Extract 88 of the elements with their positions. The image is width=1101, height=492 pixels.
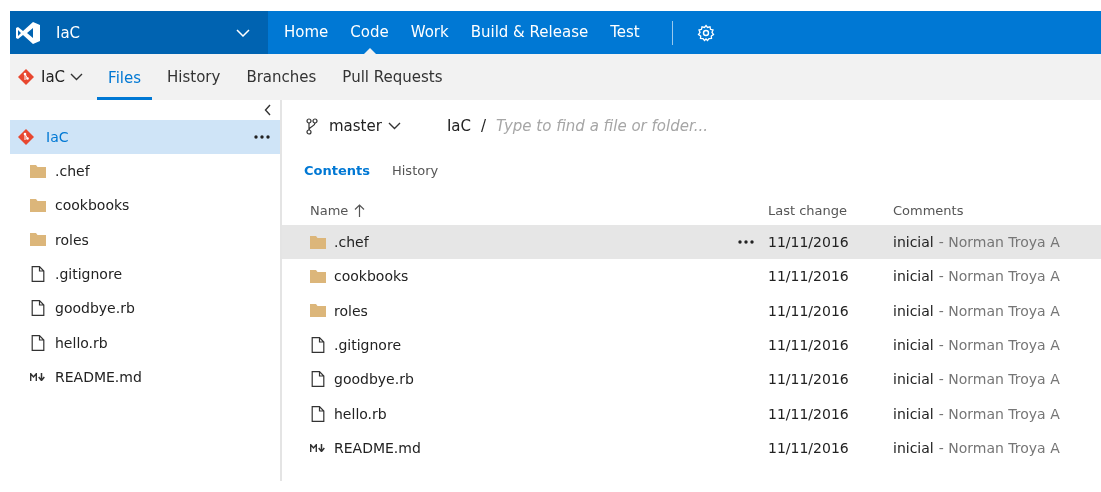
more-icon[interactable]: [738, 240, 754, 245]
file-icon: [310, 405, 326, 422]
file-name[interactable]: README.md: [334, 439, 768, 456]
date-text: 11/11/2016: [768, 268, 849, 285]
folder-icon: [310, 304, 326, 318]
folder-icon: [310, 235, 326, 249]
column-header[interactable]: Comments: [893, 202, 964, 218]
date-text: 11/11/2016: [768, 371, 849, 388]
file-row[interactable]: .gitignore 11/11/2016 inicial - Norman Troya A: [282, 327, 1101, 363]
content-tab[interactable]: History: [391, 162, 439, 178]
date-text: 11/11/2016: [768, 405, 849, 422]
file-row[interactable]: goodbye.rb 11/11/2016 inicial - Norman Troya A: [282, 362, 1101, 397]
file-name[interactable]: .gitignore: [334, 337, 768, 354]
folder-icon: [30, 233, 46, 247]
branch-selector[interactable]: master: [329, 117, 382, 135]
commit-message[interactable]: inicial: [893, 302, 934, 319]
commit-message[interactable]: inicial: [893, 234, 934, 251]
date-text: 11/11/2016: [768, 302, 849, 319]
file-row[interactable]: README.md 11/11/2016 inicial - Norman Troya A: [282, 430, 1101, 466]
repo-tab[interactable]: Pull Requests: [331, 54, 454, 100]
date-text: 11/11/2016: [768, 439, 849, 456]
author-name: - Norman Troya A: [938, 439, 1060, 456]
repo-tab[interactable]: Files: [97, 54, 152, 100]
repo-selector[interactable]: IaC: [41, 68, 66, 86]
file-icon: [30, 266, 46, 283]
file-name[interactable]: hello.rb: [334, 405, 768, 422]
commit-message[interactable]: inicial: [893, 405, 934, 422]
path-separator: /: [481, 117, 487, 135]
chevron-down-icon: [236, 28, 250, 37]
file-name[interactable]: cookbooks: [334, 268, 768, 285]
file-row[interactable]: roles 11/11/2016 inicial - Norman Troya A: [282, 293, 1101, 328]
date-text: 11/11/2016: [768, 234, 849, 251]
project-selector[interactable]: IaC: [10, 11, 268, 54]
file-icon: [30, 300, 46, 317]
collapse-icon[interactable]: [264, 104, 272, 116]
commit-message[interactable]: inicial: [893, 337, 934, 354]
author-name: - Norman Troya A: [938, 337, 1060, 354]
path-segment[interactable]: IaC: [446, 117, 471, 135]
file-row[interactable]: .chef 11/11/2016 inicial - Norman Troya A: [282, 225, 1101, 260]
chevron-down-icon[interactable]: [387, 122, 401, 130]
branch-icon: [306, 117, 318, 135]
folder-icon: [30, 198, 46, 212]
tree-item[interactable]: .gitignore: [10, 256, 280, 292]
column-header[interactable]: Last change: [768, 202, 848, 218]
content-tab[interactable]: Contents: [304, 162, 370, 178]
tree-item[interactable]: goodbye.rb: [10, 291, 280, 326]
commit-message[interactable]: inicial: [893, 371, 934, 388]
file-row[interactable]: hello.rb 11/11/2016 inicial - Norman Troya A: [282, 396, 1101, 431]
tree-root-item[interactable]: IaC: [10, 120, 280, 154]
file-icon: [30, 334, 46, 351]
tree-item[interactable]: roles: [10, 222, 280, 257]
file-icon: [310, 337, 326, 354]
markdown-icon: [30, 372, 46, 381]
nav-tab[interactable]: Home: [274, 11, 339, 54]
column-header[interactable]: Name: [310, 202, 349, 218]
tree-item[interactable]: README.md: [10, 359, 280, 395]
author-name: - Norman Troya A: [938, 405, 1060, 422]
folder-icon: [30, 164, 46, 178]
commit-message[interactable]: inicial: [893, 268, 934, 285]
settings-icon[interactable]: [696, 23, 715, 42]
nav-tab[interactable]: Code: [340, 11, 399, 54]
nav-tab[interactable]: Build & Release: [460, 11, 599, 54]
git-icon: [18, 129, 34, 145]
file-name[interactable]: goodbye.rb: [334, 371, 768, 388]
git-icon: [18, 69, 34, 85]
tree-item[interactable]: hello.rb: [10, 325, 280, 360]
file-icon: [310, 371, 326, 388]
folder-icon: [310, 269, 326, 283]
date-text: 11/11/2016: [768, 337, 849, 354]
repo-tab[interactable]: History: [156, 54, 232, 100]
author-name: - Norman Troya A: [938, 302, 1060, 319]
tree-item[interactable]: cookbooks: [10, 188, 280, 223]
file-name[interactable]: roles: [334, 302, 768, 319]
author-name: - Norman Troya A: [938, 234, 1060, 251]
author-name: - Norman Troya A: [938, 268, 1060, 285]
author-name: - Norman Troya A: [938, 371, 1060, 388]
nav-tab[interactable]: Work: [400, 11, 459, 54]
tree-item[interactable]: .chef: [10, 154, 280, 189]
repo-tab[interactable]: Branches: [235, 54, 328, 100]
file-name[interactable]: .chef: [334, 234, 738, 251]
file-row[interactable]: cookbooks 11/11/2016 inicial - Norman Troya A: [282, 259, 1101, 294]
markdown-icon: [310, 443, 326, 452]
commit-message[interactable]: inicial: [893, 439, 934, 456]
chevron-down-icon[interactable]: [70, 73, 84, 81]
nav-tab[interactable]: Test: [600, 11, 650, 54]
more-icon[interactable]: [254, 135, 270, 139]
sort-arrow-icon[interactable]: [354, 203, 366, 217]
logo-icon: [16, 21, 40, 44]
